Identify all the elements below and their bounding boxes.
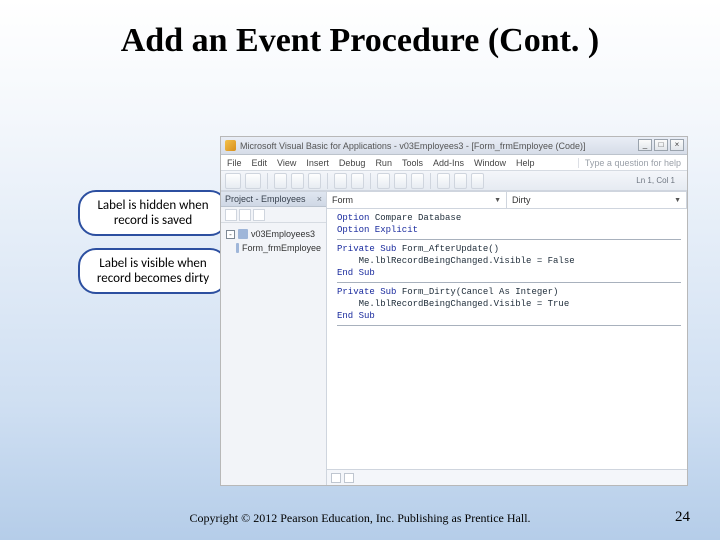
toolbar-button[interactable] xyxy=(225,209,237,221)
window-title: Microsoft Visual Basic for Applications … xyxy=(240,141,585,151)
toolbar-button[interactable] xyxy=(291,173,304,189)
close-icon[interactable]: × xyxy=(317,194,322,204)
toolbar-button[interactable] xyxy=(334,173,347,189)
tree-node-root[interactable]: - v03Employees3 xyxy=(226,227,321,241)
toolbar-button[interactable] xyxy=(245,173,261,189)
toolbar-separator xyxy=(327,173,328,189)
code-view-selector xyxy=(327,469,687,485)
project-explorer-title: Project - Employees xyxy=(225,194,306,204)
toolbar-button[interactable] xyxy=(308,173,321,189)
project-explorer-header: Project - Employees × xyxy=(221,192,326,207)
project-tree: - v03Employees3 Form_frmEmployee xyxy=(221,223,326,259)
toolbar-separator xyxy=(267,173,268,189)
toolbar-separator xyxy=(370,173,371,189)
menu-help[interactable]: Help xyxy=(516,158,535,168)
vba-editor-window: Microsoft Visual Basic for Applications … xyxy=(220,136,688,486)
menu-tools[interactable]: Tools xyxy=(402,158,423,168)
object-dropdown-value: Form xyxy=(332,195,353,205)
callout-hidden-label: Label is hidden when record is saved xyxy=(78,190,228,236)
chevron-down-icon: ▼ xyxy=(494,197,501,204)
menu-bar: File Edit View Insert Debug Run Tools Ad… xyxy=(221,155,687,171)
project-explorer-panel: Project - Employees × - v03Employees3 Fo… xyxy=(221,192,327,485)
expand-icon[interactable]: - xyxy=(226,230,235,239)
toolbar-button[interactable] xyxy=(377,173,390,189)
page-number: 24 xyxy=(675,509,690,526)
toolbar-button[interactable] xyxy=(454,173,467,189)
toolbar-separator xyxy=(430,173,431,189)
toolbar-button[interactable] xyxy=(437,173,450,189)
tree-label: v03Employees3 xyxy=(251,227,315,241)
object-selector-bar: Form ▼ Dirty ▼ xyxy=(327,192,687,209)
maximize-button[interactable]: □ xyxy=(654,139,668,151)
menu-file[interactable]: File xyxy=(227,158,242,168)
menu-edit[interactable]: Edit xyxy=(252,158,268,168)
toolbar: Ln 1, Col 1 xyxy=(221,171,687,191)
project-explorer-toolbar xyxy=(221,207,326,223)
cursor-position: Ln 1, Col 1 xyxy=(636,176,683,185)
procedure-dropdown[interactable]: Dirty ▼ xyxy=(507,192,687,208)
chevron-down-icon: ▼ xyxy=(674,197,681,204)
tree-label: Form_frmEmployee xyxy=(242,241,321,255)
toolbar-button[interactable] xyxy=(411,173,424,189)
copyright-text: Copyright © 2012 Pearson Education, Inc.… xyxy=(0,511,720,526)
callout-visible-label: Label is visible when record becomes dir… xyxy=(78,248,228,294)
help-search-box[interactable]: Type a question for help xyxy=(578,158,681,168)
menu-view[interactable]: View xyxy=(277,158,296,168)
menu-window[interactable]: Window xyxy=(474,158,506,168)
close-button[interactable]: × xyxy=(670,139,684,151)
menu-run[interactable]: Run xyxy=(375,158,392,168)
menu-debug[interactable]: Debug xyxy=(339,158,366,168)
toolbar-button[interactable] xyxy=(471,173,484,189)
menu-addins[interactable]: Add-Ins xyxy=(433,158,464,168)
form-icon xyxy=(236,243,239,253)
toolbar-button[interactable] xyxy=(351,173,364,189)
menu-insert[interactable]: Insert xyxy=(306,158,329,168)
app-icon xyxy=(225,140,236,151)
window-titlebar: Microsoft Visual Basic for Applications … xyxy=(221,137,687,155)
view-button[interactable] xyxy=(331,473,341,483)
toolbar-button[interactable] xyxy=(253,209,265,221)
toolbar-button[interactable] xyxy=(225,173,241,189)
slide-title: Add an Event Procedure (Cont. ) xyxy=(0,22,720,60)
view-button[interactable] xyxy=(344,473,354,483)
procedure-dropdown-value: Dirty xyxy=(512,195,531,205)
code-editor[interactable]: Option Compare Database Option Explicit … xyxy=(327,209,687,469)
minimize-button[interactable]: _ xyxy=(638,139,652,151)
toolbar-button[interactable] xyxy=(274,173,287,189)
object-dropdown[interactable]: Form ▼ xyxy=(327,192,507,208)
toolbar-button[interactable] xyxy=(394,173,407,189)
project-icon xyxy=(238,229,248,239)
tree-node-form[interactable]: Form_frmEmployee xyxy=(236,241,321,255)
toolbar-button[interactable] xyxy=(239,209,251,221)
